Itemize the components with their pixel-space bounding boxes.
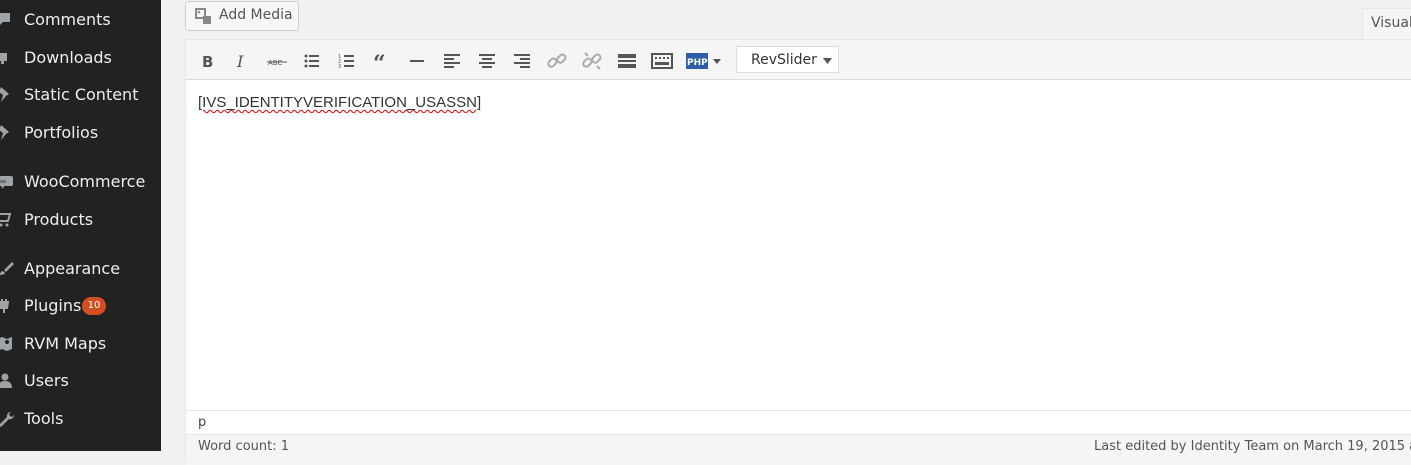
comment-icon <box>0 12 16 28</box>
sidebar-item-products[interactable]: Products <box>0 206 161 234</box>
blockquote-icon[interactable]: “ <box>371 50 393 72</box>
sidebar-item-label: RVM Maps <box>24 334 107 353</box>
tab-visual-label: Visual <box>1371 15 1411 31</box>
sidebar-item-appearance[interactable]: Appearance <box>0 255 161 283</box>
sidebar-item-label: WooCommerce <box>24 172 146 191</box>
editor-content-area[interactable]: [IVS_IDENTITYVERIFICATION_USASSN] <box>186 80 1411 410</box>
add-media-label: Add Media <box>219 7 293 23</box>
sidebar-item-label: Products <box>24 210 94 229</box>
svg-text:B: B <box>202 53 213 71</box>
cart-icon <box>0 212 16 228</box>
bold-icon[interactable]: B <box>197 50 219 72</box>
sidebar-item-label: Downloads <box>24 48 112 67</box>
read-more-icon[interactable] <box>616 50 638 72</box>
svg-text:ABC: ABC <box>268 59 282 67</box>
sidebar-item-woocommerce[interactable]: oo WooCommerce <box>0 168 161 196</box>
add-media-button[interactable]: Add Media <box>185 1 299 31</box>
last-edited-info: Last edited by Identity Team on March 19… <box>1094 439 1411 454</box>
align-center-icon[interactable] <box>476 50 498 72</box>
admin-sidebar: Comments Downloads Static Content Portfo… <box>0 0 161 451</box>
sidebar-item-label: Static Content <box>24 85 139 104</box>
post-editor: B I ABC 123 “ PHP RevSlider [IVS_IDENTIT… <box>185 39 1411 465</box>
align-left-icon[interactable] <box>441 50 463 72</box>
align-right-icon[interactable] <box>511 50 533 72</box>
wrench-icon <box>0 411 16 427</box>
toolbar-toggle-icon[interactable] <box>651 50 673 72</box>
paintbrush-icon <box>0 261 16 277</box>
user-icon <box>0 373 16 389</box>
svg-text:3: 3 <box>338 64 341 70</box>
sidebar-item-plugins[interactable]: Plugins 10 <box>0 292 161 320</box>
svg-text:I: I <box>236 52 244 71</box>
numbered-list-icon[interactable]: 123 <box>336 50 358 72</box>
chevron-down-icon <box>823 58 832 64</box>
sidebar-item-users[interactable]: Users <box>0 367 161 395</box>
element-path-bar: p <box>186 410 1411 435</box>
horizontal-rule-icon[interactable] <box>406 50 428 72</box>
map-icon <box>0 336 16 352</box>
sidebar-item-label: Appearance <box>24 259 121 278</box>
sidebar-item-tools[interactable]: Tools <box>0 405 161 433</box>
sidebar-item-downloads[interactable]: Downloads <box>0 44 161 72</box>
italic-icon[interactable]: I <box>231 50 253 72</box>
pin-icon <box>0 87 16 103</box>
shortcode-text: [IVS_IDENTITYVERIFICATION_USASSN] <box>198 94 482 111</box>
php-icon[interactable]: PHP <box>686 50 726 72</box>
svg-text:“: “ <box>373 51 386 72</box>
strikethrough-icon[interactable]: ABC <box>266 50 288 72</box>
plug-icon <box>0 298 16 314</box>
php-label: PHP <box>687 58 708 68</box>
bullet-list-icon[interactable] <box>301 50 323 72</box>
pin-icon <box>0 125 16 141</box>
word-count: Word count: 1 <box>198 439 290 454</box>
sidebar-item-portfolios[interactable]: Portfolios <box>0 119 161 147</box>
sidebar-item-rvm-maps[interactable]: RVM Maps <box>0 330 161 358</box>
woocommerce-icon: oo <box>0 174 16 190</box>
unlink-icon[interactable] <box>581 50 603 72</box>
link-icon[interactable] <box>546 50 568 72</box>
editor-toolbar: B I ABC 123 “ PHP RevSlider <box>186 40 1411 80</box>
sidebar-item-label: Users <box>24 371 69 390</box>
sidebar-item-label: Comments <box>24 10 111 29</box>
sidebar-item-label: Plugins <box>24 296 82 315</box>
svg-text:oo: oo <box>0 179 6 185</box>
element-path[interactable]: p <box>198 415 206 430</box>
update-count-badge: 10 <box>82 297 106 315</box>
sidebar-item-static-content[interactable]: Static Content <box>0 81 161 109</box>
revslider-label: RevSlider <box>751 52 817 68</box>
revslider-dropdown[interactable]: RevSlider <box>736 46 839 73</box>
sidebar-item-label: Tools <box>24 409 64 428</box>
tab-visual[interactable]: Visual <box>1362 8 1411 40</box>
download-icon <box>0 50 16 66</box>
media-icon <box>195 8 211 24</box>
editor-status-bar: Word count: 1 Last edited by Identity Te… <box>186 434 1411 465</box>
sidebar-item-comments[interactable]: Comments <box>0 6 161 34</box>
sidebar-item-label: Portfolios <box>24 123 99 142</box>
